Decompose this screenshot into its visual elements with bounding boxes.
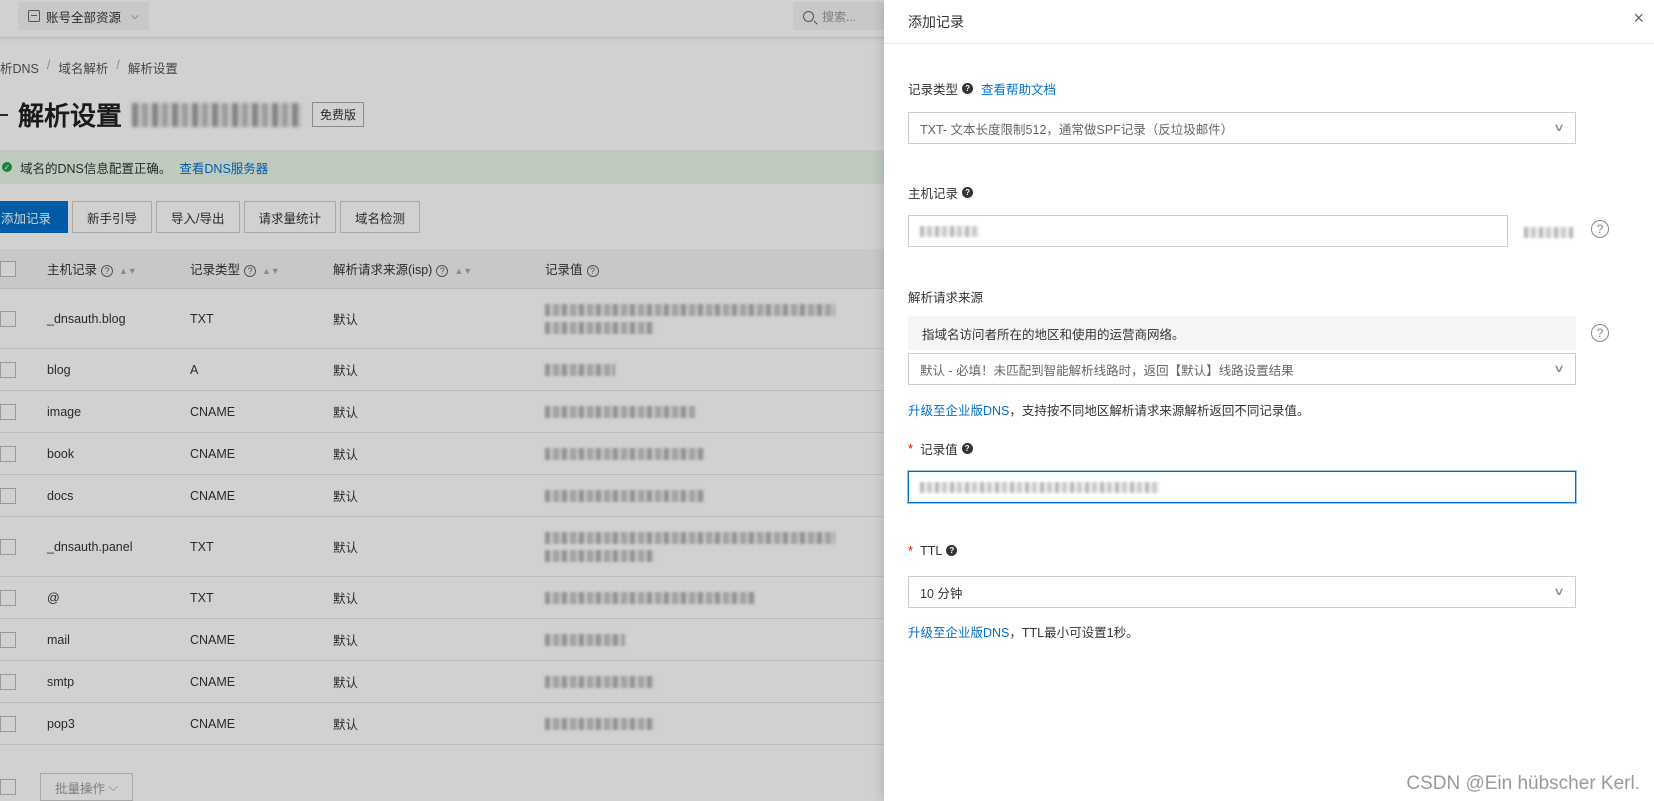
required-marker: * xyxy=(908,543,914,558)
modal-overlay[interactable] xyxy=(0,0,884,801)
help-circle-icon[interactable]: ? xyxy=(1591,324,1609,342)
source-hint: 升级至企业版DNS，支持按不同地区解析请求来源解析返回不同记录值。 xyxy=(908,400,1309,419)
ttl-hint-text: ，TTL最小可设置1秒。 xyxy=(1009,626,1139,640)
upgrade-enterprise-link[interactable]: 升级至企业版DNS xyxy=(908,626,1009,640)
ttl-select[interactable]: 10 分钟 ∨ xyxy=(908,576,1576,608)
host-label: 主机记录 xyxy=(908,187,959,201)
value-label-row: * 记录值 ? xyxy=(908,439,973,458)
help-icon[interactable]: ? xyxy=(962,83,974,94)
help-doc-link[interactable]: 查看帮助文档 xyxy=(981,79,1056,98)
source-info-text: 指域名访问者所在的地区和使用的运营商网络。 xyxy=(922,327,1185,342)
ttl-hint: 升级至企业版DNS，TTL最小可设置1秒。 xyxy=(908,622,1139,641)
host-input[interactable] xyxy=(908,215,1508,247)
domain-suffix xyxy=(1524,227,1574,238)
record-type-select[interactable]: TXT- 文本长度限制512，通常做SPF记录（反垃圾邮件） ∨ xyxy=(908,112,1576,144)
chevron-down-icon: ∨ xyxy=(1552,586,1566,598)
host-input-value xyxy=(920,225,980,237)
help-icon[interactable]: ? xyxy=(961,443,973,454)
source-label-row: 解析请求来源 xyxy=(908,287,983,306)
record-value-text xyxy=(920,481,1160,493)
host-label-row: 主机记录 ? xyxy=(908,183,974,202)
source-hint-text: ，支持按不同地区解析请求来源解析返回不同记录值。 xyxy=(1009,404,1310,418)
source-info-box: 指域名访问者所在的地区和使用的运营商网络。 xyxy=(908,316,1576,350)
record-type-label: 记录类型 xyxy=(908,83,959,97)
watermark: CSDN @Ein hübscher Kerl. xyxy=(1406,773,1640,794)
record-value-input[interactable] xyxy=(908,471,1576,503)
required-marker: * xyxy=(908,441,914,456)
help-icon[interactable]: ? xyxy=(946,545,958,556)
source-select[interactable]: 默认 - 必填！未匹配到智能解析线路时，返回【默认】线路设置结果 ∨ xyxy=(908,353,1576,385)
help-circle-icon[interactable]: ? xyxy=(1591,220,1609,238)
upgrade-enterprise-link[interactable]: 升级至企业版DNS xyxy=(908,404,1009,418)
value-label: 记录值 xyxy=(920,443,958,457)
ttl-label-row: * TTL ? xyxy=(908,543,958,558)
help-icon[interactable]: ? xyxy=(962,187,974,198)
source-label: 解析请求来源 xyxy=(908,291,984,305)
close-icon[interactable]: × xyxy=(1633,8,1644,29)
drawer-title: 添加记录 xyxy=(884,0,1654,44)
ttl-value: 10 分钟 xyxy=(920,586,963,601)
source-value: 默认 - 必填！未匹配到智能解析线路时，返回【默认】线路设置结果 xyxy=(920,363,1294,378)
record-type-value: TXT- 文本长度限制512，通常做SPF记录（反垃圾邮件） xyxy=(920,122,1234,137)
chevron-down-icon: ∨ xyxy=(1552,363,1566,375)
add-record-drawer: 添加记录 × 记录类型 ? 查看帮助文档 TXT- 文本长度限制512，通常做S… xyxy=(884,0,1654,801)
chevron-down-icon: ∨ xyxy=(1552,122,1566,134)
record-type-label-row: 记录类型 ? 查看帮助文档 xyxy=(908,79,1056,98)
ttl-label: TTL xyxy=(920,543,943,558)
